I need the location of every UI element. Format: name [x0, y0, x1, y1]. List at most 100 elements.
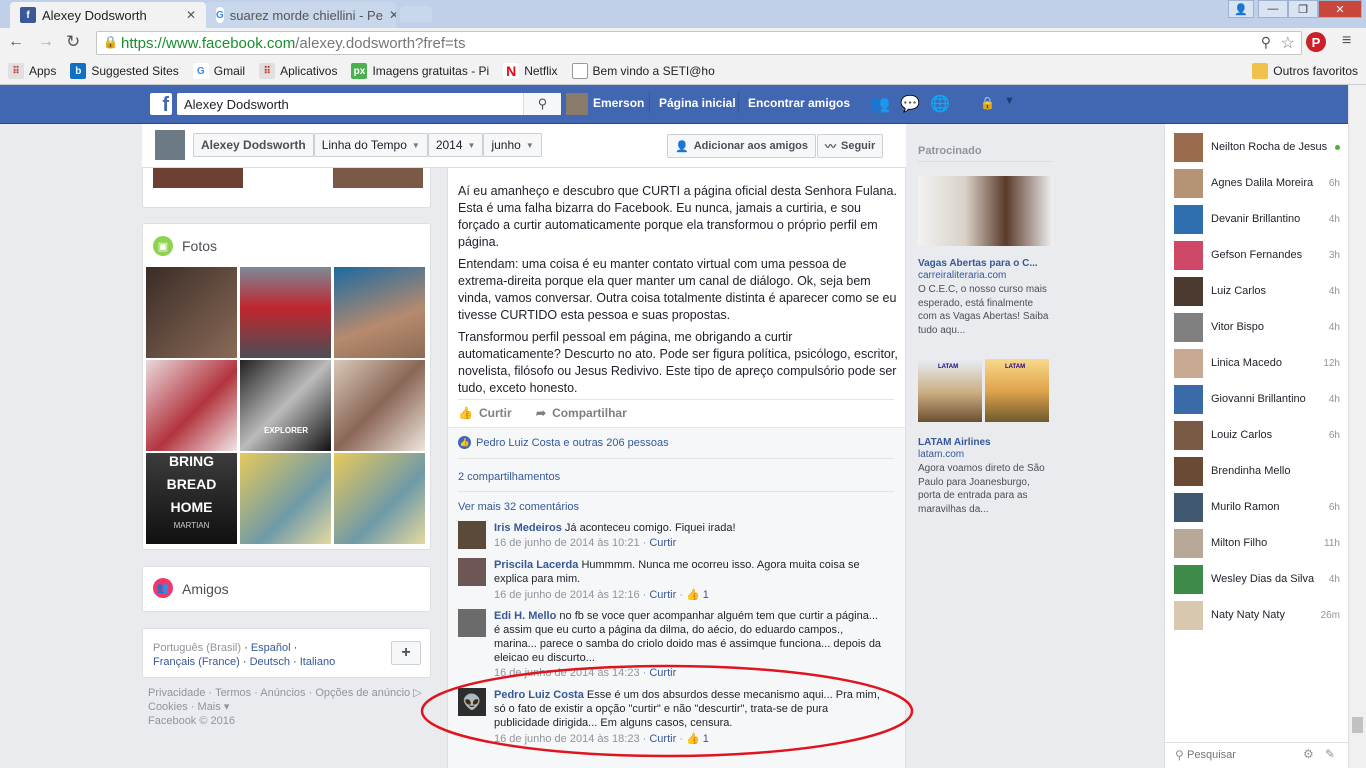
comment-author[interactable]: Priscila Lacerda: [494, 559, 578, 571]
photos-title[interactable]: Fotos: [182, 238, 217, 254]
ad-image[interactable]: LATAM: [918, 359, 982, 422]
address-bar[interactable]: 🔒 https://www.facebook.com/alexey.dodswo…: [96, 31, 1302, 55]
language-link[interactable]: Français (France): [153, 656, 240, 668]
chat-contact[interactable]: Agnes Dalila Moreira 6h: [1174, 168, 1340, 198]
compose-icon[interactable]: ✎: [1325, 747, 1335, 761]
photo-thumbnail[interactable]: [333, 168, 423, 188]
chat-contact[interactable]: Wesley Dias da Silva 4h: [1174, 564, 1340, 594]
notifications-globe-icon[interactable]: 🌐: [930, 94, 950, 114]
friends-title[interactable]: Amigos: [182, 581, 229, 597]
chat-contact[interactable]: Luiz Carlos 4h: [1174, 276, 1340, 306]
find-friends-link[interactable]: Encontrar amigos: [748, 96, 850, 110]
photo-thumbnail[interactable]: [334, 267, 425, 358]
maximize-button[interactable]: ❐: [1288, 0, 1318, 18]
zoom-icon[interactable]: ⚲: [1261, 34, 1271, 51]
gear-icon[interactable]: ⚙: [1303, 747, 1314, 761]
ad-title[interactable]: LATAM Airlines: [918, 437, 991, 448]
new-tab-button[interactable]: [400, 6, 432, 22]
close-icon[interactable]: ✕: [389, 8, 396, 22]
tab-google[interactable]: G suarez morde chiellini - Pe ✕: [206, 2, 396, 28]
ad-title[interactable]: Vagas Abertas para o C...: [918, 258, 1038, 269]
menu-icon[interactable]: ≡: [1342, 32, 1351, 50]
chat-contact[interactable]: Naty Naty Naty 26m: [1174, 600, 1340, 630]
chat-contact[interactable]: Gefson Fernandes 3h: [1174, 240, 1340, 270]
like-action[interactable]: 👍 Curtir: [458, 406, 512, 420]
bookmark-netflix[interactable]: N Netflix: [503, 63, 558, 79]
language-link[interactable]: Deutsch: [250, 656, 290, 668]
photo-thumbnail[interactable]: EXPLORER: [240, 360, 331, 451]
comment-date[interactable]: 16 de junho de 2014 às 10:21: [494, 537, 640, 549]
photo-thumbnail[interactable]: [153, 168, 243, 188]
profile-name-button[interactable]: Alexey Dodsworth: [193, 133, 314, 157]
share-action[interactable]: ➦ Compartilhar: [536, 406, 627, 420]
photo-thumbnail[interactable]: [146, 267, 237, 358]
avatar[interactable]: [566, 93, 588, 115]
star-icon[interactable]: ☆: [1281, 33, 1295, 53]
footer-link[interactable]: Privacidade: [148, 687, 205, 699]
chat-contact[interactable]: Neilton Rocha de Jesus: [1174, 132, 1340, 162]
avatar[interactable]: [458, 609, 486, 637]
forward-icon[interactable]: →: [38, 33, 54, 51]
bookmark-gmail[interactable]: G Gmail: [192, 63, 245, 79]
language-link[interactable]: Italiano: [300, 656, 335, 668]
photo-thumbnail[interactable]: [334, 453, 425, 544]
photo-thumbnail[interactable]: BRING BREAD HOME MARTIAN: [146, 453, 237, 544]
footer-link[interactable]: Mais: [198, 701, 221, 713]
minimize-button[interactable]: —: [1258, 0, 1288, 18]
comment-author[interactable]: Iris Medeiros: [494, 522, 562, 534]
footer-link[interactable]: Opções de anúncio: [315, 687, 410, 699]
bookmark-apps[interactable]: ⠿ Apps: [8, 63, 56, 79]
month-dropdown[interactable]: junho ▼: [483, 133, 542, 157]
ad-domain[interactable]: carreiraliteraria.com: [918, 270, 1006, 281]
footer-link[interactable]: Anúncios: [260, 687, 305, 699]
photo-thumbnail[interactable]: [240, 267, 331, 358]
bookmark-others[interactable]: Outros favoritos: [1252, 63, 1358, 79]
chat-search-input[interactable]: [1187, 746, 1297, 764]
profile-icon[interactable]: 👤: [1228, 0, 1254, 18]
shares-link[interactable]: 2 compartilhamentos: [458, 471, 560, 483]
timeline-dropdown[interactable]: Linha do Tempo ▼: [313, 133, 428, 157]
comment-date[interactable]: 16 de junho de 2014 às 12:16: [494, 589, 640, 601]
comment-like-link[interactable]: Curtir: [649, 537, 676, 549]
chat-contact[interactable]: Murilo Ramon 6h: [1174, 492, 1340, 522]
avatar[interactable]: [458, 558, 486, 586]
back-icon[interactable]: ←: [8, 33, 24, 51]
page-scrollbar[interactable]: [1348, 85, 1366, 768]
bookmark-aplicativos[interactable]: ⠿ Aplicativos: [259, 63, 337, 79]
avatar[interactable]: [458, 521, 486, 549]
close-icon[interactable]: ✕: [186, 8, 196, 22]
likes-summary[interactable]: 👍 Pedro Luiz Costa e outras 206 pessoas: [458, 436, 669, 449]
more-comments-link[interactable]: Ver mais 32 comentários: [458, 501, 579, 513]
privacy-icon[interactable]: 🔒: [980, 96, 995, 110]
footer-link[interactable]: Cookies: [148, 701, 188, 713]
comment-like-count[interactable]: 👍 1: [686, 589, 709, 601]
ad-domain[interactable]: latam.com: [918, 449, 964, 460]
search-icon[interactable]: ⚲: [523, 93, 561, 115]
ad-image[interactable]: LATAM: [985, 359, 1049, 422]
comment-like-link[interactable]: Curtir: [649, 589, 676, 601]
scrollbar-thumb[interactable]: [1352, 717, 1363, 733]
chat-contact[interactable]: Vitor Bispo 4h: [1174, 312, 1340, 342]
language-link[interactable]: Español: [251, 642, 291, 654]
facebook-logo-icon[interactable]: f: [150, 93, 172, 115]
bookmark-seti[interactable]: Bem vindo a SETI@ho: [571, 63, 715, 79]
chat-contact[interactable]: Devanir Brillantino 4h: [1174, 204, 1340, 234]
friend-requests-icon[interactable]: 👥: [870, 94, 890, 114]
photo-thumbnail[interactable]: [240, 453, 331, 544]
chevron-down-icon[interactable]: ▼: [1004, 95, 1015, 107]
reload-icon[interactable]: ↻: [66, 32, 80, 52]
bookmark-imagens[interactable]: px Imagens gratuitas - Pi: [351, 63, 489, 79]
pinterest-icon[interactable]: P: [1306, 32, 1326, 52]
close-window-button[interactable]: ✕: [1318, 0, 1362, 18]
photo-thumbnail[interactable]: [334, 360, 425, 451]
chat-contact[interactable]: Giovanni Brillantino 4h: [1174, 384, 1340, 414]
chat-contact[interactable]: Brendinha Mello: [1174, 456, 1340, 486]
ad-image[interactable]: [918, 176, 1053, 246]
footer-link[interactable]: Termos: [215, 687, 251, 699]
tab-alexey[interactable]: f Alexey Dodsworth ✕: [10, 2, 206, 28]
chat-contact[interactable]: Milton Filho 11h: [1174, 528, 1340, 558]
home-link[interactable]: Página inicial: [659, 96, 736, 110]
photo-thumbnail[interactable]: [146, 360, 237, 451]
follow-button[interactable]: 〰 Seguir: [817, 134, 884, 158]
bookmark-suggested[interactable]: b Suggested Sites: [70, 63, 179, 79]
